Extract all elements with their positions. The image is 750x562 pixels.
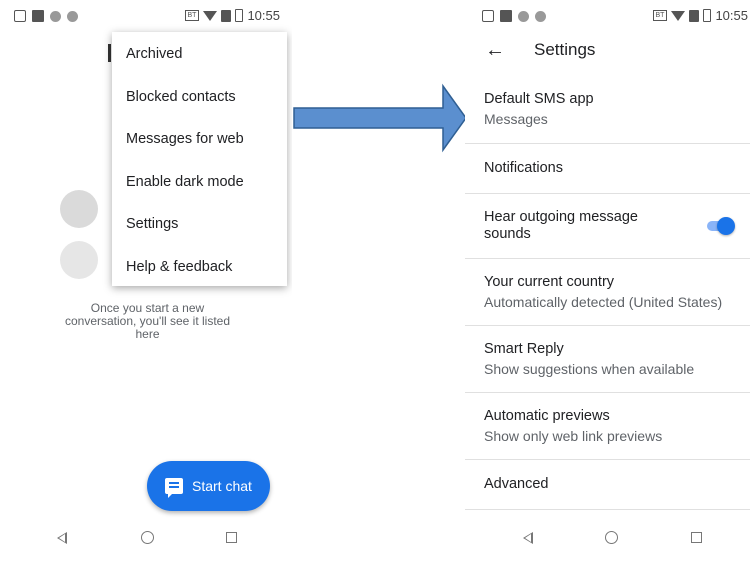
menu-item-settings[interactable]: Settings xyxy=(112,203,287,246)
start-chat-label: Start chat xyxy=(192,478,252,494)
battery-icon xyxy=(235,9,244,22)
setting-title: Notifications xyxy=(484,160,563,176)
back-arrow-icon[interactable]: ← xyxy=(485,40,505,60)
setting-subtitle: Automatically detected (United States) xyxy=(484,293,723,310)
clock: 10:55 xyxy=(247,8,280,23)
setting-title: Smart Reply xyxy=(484,340,564,357)
setting-automatic-previews[interactable]: Automatic previews Show only web link pr… xyxy=(465,393,750,460)
wifi-icon xyxy=(671,10,686,21)
notification-dot-icon xyxy=(67,10,78,22)
setting-hear-outgoing-sounds[interactable]: Hear outgoing message sounds xyxy=(465,194,750,259)
navigation-bar xyxy=(465,518,750,562)
clock: 10:55 xyxy=(715,8,748,23)
setting-default-sms-app[interactable]: Default SMS app Messages xyxy=(465,76,750,144)
menu-item-messages-for-web[interactable]: Messages for web xyxy=(112,118,287,161)
empty-state-text: Once you start a new conversation, you'l… xyxy=(64,301,231,341)
avatar-placeholder xyxy=(60,190,98,228)
back-nav-icon[interactable] xyxy=(57,532,67,544)
overflow-menu: Archived Blocked contacts Messages for w… xyxy=(112,32,287,286)
home-nav-icon[interactable] xyxy=(605,531,618,544)
setting-title: Automatic previews xyxy=(484,407,610,424)
right-screen: BT 10:55 ← Settings Default SMS app Mess… xyxy=(465,0,750,562)
start-chat-button[interactable]: Start chat xyxy=(147,461,270,511)
setting-title: Default SMS app xyxy=(484,91,594,107)
menu-item-help-feedback[interactable]: Help & feedback xyxy=(112,246,287,289)
image-icon xyxy=(500,10,512,22)
notification-dot-icon xyxy=(518,10,529,22)
battery-icon xyxy=(703,9,712,22)
status-bar: BT 10:55 xyxy=(0,0,292,34)
gmail-icon xyxy=(14,10,26,22)
menu-item-enable-dark-mode[interactable]: Enable dark mode xyxy=(112,161,287,204)
notification-dot-icon xyxy=(535,10,546,22)
menu-item-blocked-contacts[interactable]: Blocked contacts xyxy=(112,76,287,119)
setting-notifications[interactable]: Notifications xyxy=(465,144,750,194)
recents-nav-icon[interactable] xyxy=(691,532,702,543)
transition-arrow xyxy=(293,83,467,153)
settings-list: Default SMS app Messages Notifications H… xyxy=(465,76,750,510)
setting-subtitle: Show suggestions when available xyxy=(484,360,695,377)
avatar-placeholder xyxy=(60,241,98,279)
home-nav-icon[interactable] xyxy=(141,531,154,544)
image-icon xyxy=(32,10,44,22)
gmail-icon xyxy=(482,10,494,22)
wifi-icon xyxy=(203,10,218,21)
signal-icon xyxy=(689,9,700,22)
setting-title: Your current country xyxy=(484,273,615,290)
setting-current-country[interactable]: Your current country Automatically detec… xyxy=(465,259,750,326)
setting-smart-reply[interactable]: Smart Reply Show suggestions when availa… xyxy=(465,326,750,393)
setting-title: Advanced xyxy=(484,476,549,492)
navigation-bar xyxy=(0,518,292,562)
setting-title: Hear outgoing message sounds xyxy=(484,209,638,242)
notification-dot-icon xyxy=(50,10,61,22)
app-bar: ← Settings xyxy=(465,34,750,70)
page-title: Settings xyxy=(534,40,596,59)
chat-bubble-icon xyxy=(165,478,183,498)
outgoing-sounds-toggle[interactable] xyxy=(705,217,735,235)
menu-item-archived[interactable]: Archived xyxy=(112,33,287,76)
status-bar: BT 10:55 xyxy=(465,0,750,34)
bluetooth-icon: BT xyxy=(652,10,668,21)
recents-nav-icon[interactable] xyxy=(226,532,237,543)
setting-advanced[interactable]: Advanced xyxy=(465,460,750,510)
bluetooth-icon: BT xyxy=(184,10,200,21)
back-nav-icon[interactable] xyxy=(523,532,533,544)
title-fragment xyxy=(108,44,111,62)
signal-icon xyxy=(221,9,232,22)
left-screen: BT 10:55 Once you start a new conversati… xyxy=(0,0,292,562)
setting-subtitle: Show only web link previews xyxy=(484,427,663,444)
setting-subtitle: Messages xyxy=(484,111,548,127)
